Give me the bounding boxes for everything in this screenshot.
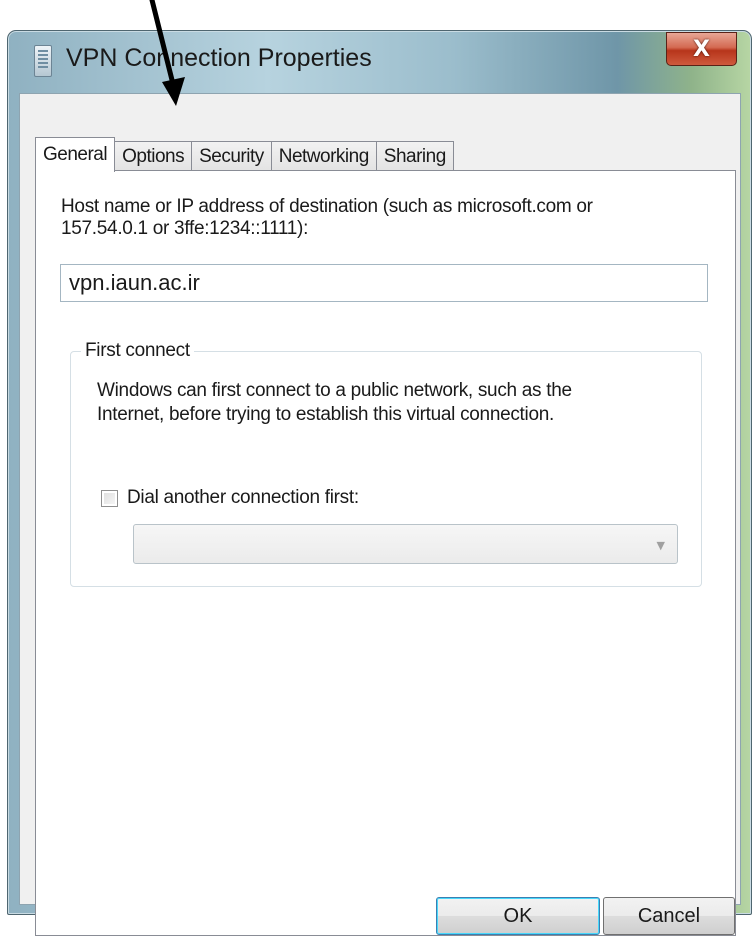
annotation-arrow-line	[149, 0, 176, 87]
annotation-arrow-head-icon	[162, 77, 185, 106]
tab-general[interactable]: General	[35, 137, 116, 172]
